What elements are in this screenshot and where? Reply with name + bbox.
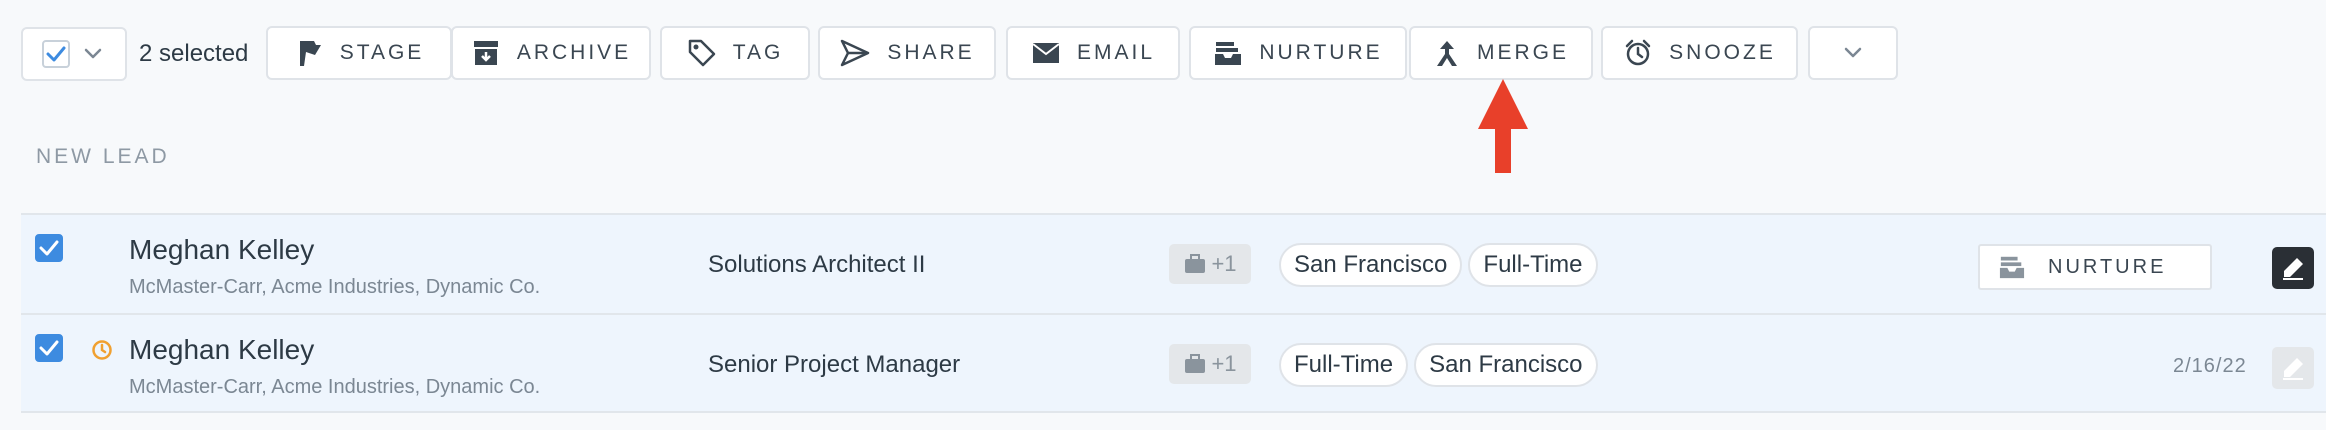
tag-icon — [688, 39, 715, 67]
merge-arrow-icon — [1436, 41, 1457, 66]
lead-name[interactable]: Meghan Kelley — [129, 234, 314, 266]
pencil-edit-icon — [2283, 258, 2303, 280]
stage-pill-label: NURTURE — [2048, 255, 2167, 278]
nurture-button[interactable]: NURTURE — [1189, 26, 1407, 80]
more-actions-button[interactable] — [1808, 26, 1898, 80]
selected-count: 2 selected — [139, 40, 249, 67]
leads-list: Meghan Kelley McMaster-Carr, Acme Indust… — [21, 213, 2326, 413]
lead-tags: San Francisco Full-Time — [1279, 243, 1598, 287]
share-button[interactable]: SHARE — [818, 26, 996, 80]
tag-button[interactable]: TAG — [660, 26, 810, 80]
jobs-count-badge[interactable]: +1 — [1169, 244, 1251, 284]
annotation-arrow-icon — [1478, 79, 1528, 173]
stage-pill[interactable]: NURTURE — [1978, 244, 2212, 290]
alarm-clock-icon — [1625, 39, 1651, 66]
lead-job-title: Senior Project Manager — [708, 351, 961, 378]
tag-pill[interactable]: San Francisco — [1279, 243, 1463, 287]
briefcase-icon — [1185, 354, 1206, 373]
lead-name[interactable]: Meghan Kelley — [129, 334, 314, 366]
tag-pill[interactable]: San Francisco — [1414, 343, 1598, 387]
archive-button[interactable]: ARCHIVE — [451, 26, 651, 80]
envelope-icon — [1032, 43, 1060, 63]
bulk-actions-toolbar: 2 selected — [21, 26, 248, 82]
lead-date: 2/16/22 — [2173, 355, 2247, 377]
snooze-button-label: SNOOZE — [1669, 41, 1776, 64]
snooze-clock-icon — [92, 340, 112, 360]
lead-companies: McMaster-Carr, Acme Industries, Dynamic … — [129, 276, 541, 298]
lead-tags: Full-Time San Francisco — [1279, 343, 1598, 387]
merge-button-label: MERGE — [1476, 41, 1569, 64]
jobs-count-badge[interactable]: +1 — [1169, 344, 1251, 384]
snooze-button[interactable]: SNOOZE — [1601, 26, 1798, 80]
checkmark-icon — [46, 46, 66, 62]
share-send-icon — [841, 39, 870, 67]
stage-button[interactable]: STAGE — [266, 26, 452, 80]
section-title: NEW LEAD — [36, 145, 170, 168]
jobs-count-value: +1 — [1211, 251, 1237, 276]
briefcase-icon — [1185, 254, 1206, 273]
checkmark-icon — [39, 340, 59, 356]
lead-companies: McMaster-Carr, Acme Industries, Dynamic … — [129, 376, 541, 398]
archive-box-icon — [473, 41, 498, 65]
email-button-label: EMAIL — [1076, 41, 1156, 64]
checkmark-icon — [39, 240, 59, 256]
leads-page: 2 selected STAGE ARCHIVE TAG SHARE EMAIL… — [0, 0, 2326, 430]
nurture-inbox-icon — [1999, 256, 2025, 279]
pencil-edit-icon — [2283, 358, 2303, 380]
select-all-checkbox[interactable] — [42, 40, 70, 68]
row-checkbox[interactable] — [35, 334, 63, 362]
stage-button-label: STAGE — [339, 41, 425, 64]
edit-note-button[interactable] — [2272, 347, 2314, 389]
email-button[interactable]: EMAIL — [1006, 26, 1180, 80]
lead-job-title: Solutions Architect II — [708, 251, 926, 278]
merge-button[interactable]: MERGE — [1409, 26, 1593, 80]
table-row[interactable]: Meghan Kelley McMaster-Carr, Acme Indust… — [21, 213, 2326, 313]
nurture-button-label: NURTURE — [1259, 41, 1383, 64]
share-button-label: SHARE — [887, 41, 975, 64]
tag-pill[interactable]: Full-Time — [1279, 343, 1409, 387]
tag-button-label: TAG — [732, 41, 784, 64]
archive-button-label: ARCHIVE — [516, 41, 632, 64]
chevron-down-icon — [84, 48, 102, 59]
chevron-down-icon — [1844, 47, 1862, 58]
nurture-inbox-icon — [1215, 42, 1242, 65]
flag-icon — [299, 41, 321, 66]
table-row[interactable]: Meghan Kelley McMaster-Carr, Acme Indust… — [21, 313, 2326, 413]
jobs-count-value: +1 — [1211, 351, 1237, 376]
row-checkbox[interactable] — [35, 234, 63, 262]
select-all-dropdown[interactable] — [21, 27, 127, 81]
tag-pill[interactable]: Full-Time — [1468, 243, 1598, 287]
edit-note-button[interactable] — [2272, 247, 2314, 289]
